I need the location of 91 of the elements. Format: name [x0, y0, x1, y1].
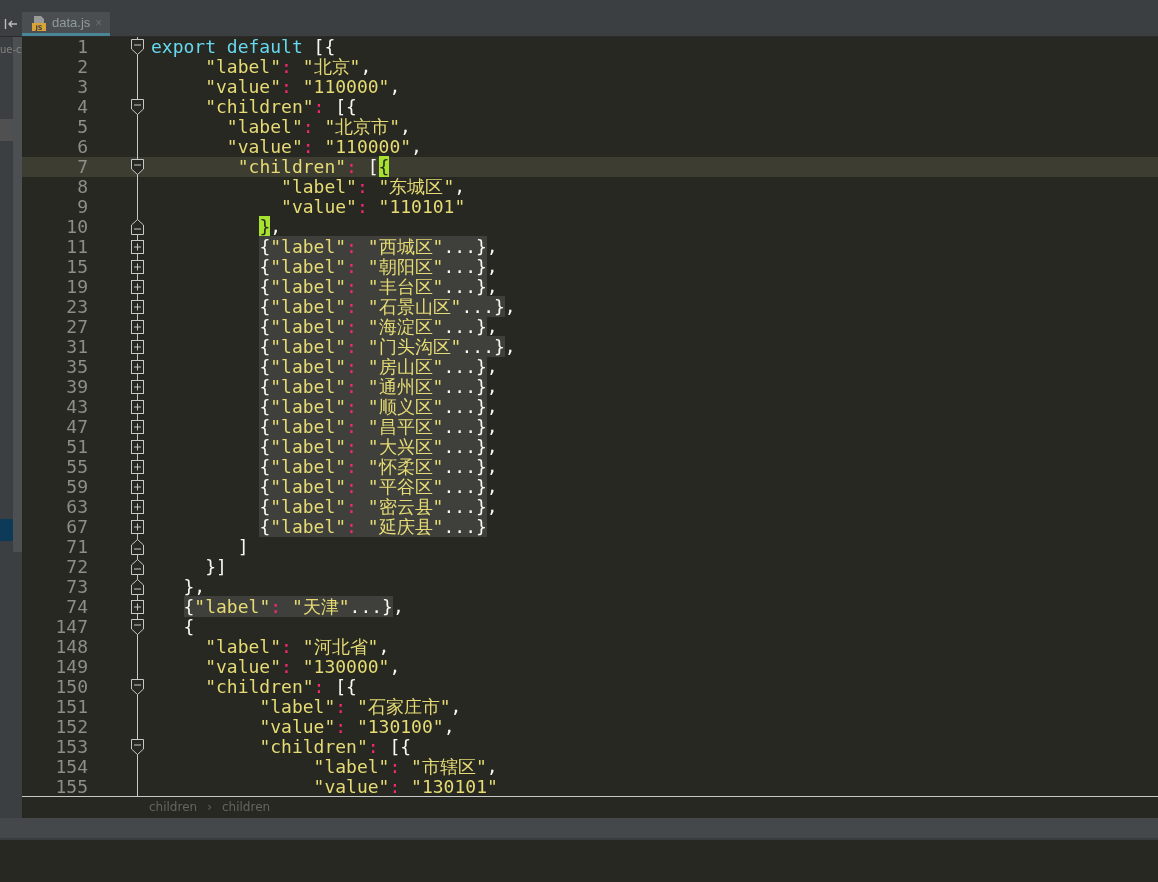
line-number: 3 — [76, 77, 88, 97]
line-number: 10 — [65, 217, 88, 237]
line-number: 2 — [76, 57, 88, 77]
collapse-panel-icon[interactable] — [4, 18, 18, 30]
breadcrumb-separator: › — [207, 800, 212, 814]
line-number: 23 — [65, 297, 88, 317]
code-line: }] — [204, 557, 227, 577]
code-line: "label": "市辖区", — [312, 757, 498, 777]
line-number: 43 — [65, 397, 88, 417]
line-number: 74 — [65, 597, 88, 617]
fold-plus-icon[interactable] — [130, 238, 145, 256]
code-line: ] — [236, 537, 249, 557]
fold-plus-icon[interactable] — [130, 298, 145, 316]
line-number: 47 — [65, 417, 88, 437]
line-number: 39 — [65, 377, 88, 397]
line-number: 73 — [65, 577, 88, 597]
line-number: 51 — [65, 437, 88, 457]
fold-plus-icon[interactable] — [130, 438, 145, 456]
code-line: "children": [{ — [236, 157, 390, 177]
line-number: 148 — [54, 637, 88, 657]
code-line: "children": [{ — [258, 737, 412, 757]
line-number: 35 — [65, 357, 88, 377]
fold-minus-icon[interactable] — [130, 98, 145, 116]
code-line: }, — [182, 577, 206, 597]
fold-plus-icon[interactable] — [130, 478, 145, 496]
fold-plus-icon[interactable] — [130, 458, 145, 476]
line-number: 5 — [76, 117, 88, 137]
code-line: "children": [{ — [204, 677, 357, 697]
code-line: "value": "130101" — [312, 777, 498, 797]
fold-minus-icon[interactable] — [130, 738, 145, 756]
fold-plus-icon[interactable] — [130, 598, 145, 616]
breadcrumb-item[interactable]: children — [221, 800, 271, 814]
fold-minus-icon[interactable] — [130, 38, 145, 56]
fold-plus-icon[interactable] — [130, 338, 145, 356]
line-number: 27 — [65, 317, 88, 337]
code-line: "value": "110000", — [225, 137, 422, 157]
fold-minus-icon[interactable] — [130, 578, 145, 596]
code-editor[interactable] — [22, 37, 1158, 797]
code-line: "label": "北京", — [205, 57, 372, 77]
code-line: "label": "河北省", — [204, 637, 390, 657]
line-number: 31 — [65, 337, 88, 357]
line-number: 63 — [65, 497, 88, 517]
fold-plus-icon[interactable] — [130, 378, 145, 396]
code-line: "label": "石家庄市", — [258, 697, 462, 717]
line-number: 151 — [54, 697, 88, 717]
fold-plus-icon[interactable] — [130, 418, 145, 436]
code-line: "value": "130100", — [258, 717, 455, 737]
fold-plus-icon[interactable] — [130, 258, 145, 276]
line-number: 6 — [76, 137, 88, 157]
fold-minus-icon[interactable] — [130, 538, 145, 556]
line-number: 154 — [54, 757, 88, 777]
line-number: 149 — [54, 657, 88, 677]
line-number: 150 — [54, 677, 88, 697]
line-number: 15 — [65, 257, 88, 277]
fold-minus-icon[interactable] — [130, 218, 145, 236]
fold-plus-icon[interactable] — [130, 358, 145, 376]
code-line: "value": "110000", — [204, 77, 401, 97]
line-number: 72 — [65, 557, 88, 577]
code-line: "children": [{ — [204, 97, 357, 117]
fold-plus-icon[interactable] — [130, 518, 145, 536]
code-line: "label": "东城区", — [280, 177, 466, 197]
line-number: 59 — [65, 477, 88, 497]
line-number: 55 — [65, 457, 88, 477]
line-number: 155 — [54, 777, 88, 797]
line-number: 153 — [54, 737, 88, 757]
project-panel-text: ue-c — [0, 43, 22, 57]
fold-plus-icon[interactable] — [130, 318, 145, 336]
line-number: 8 — [76, 177, 88, 197]
code-line: "value": "110101" — [280, 197, 466, 217]
line-number: 4 — [76, 97, 88, 117]
code-line: { — [182, 617, 195, 637]
breadcrumb-item[interactable]: children — [149, 800, 198, 814]
fold-plus-icon[interactable] — [130, 498, 145, 516]
fold-minus-icon[interactable] — [130, 678, 145, 696]
line-number: 1 — [76, 37, 88, 57]
line-number: 19 — [65, 277, 88, 297]
fold-minus-icon[interactable] — [130, 618, 145, 636]
line-number: 147 — [54, 617, 88, 637]
line-number: 67 — [65, 517, 88, 537]
code-line: export default [{ — [150, 37, 336, 57]
fold-plus-icon[interactable] — [130, 278, 145, 296]
line-number: 11 — [65, 237, 88, 257]
line-number: 9 — [76, 197, 88, 217]
code-line: "value": "130000", — [204, 657, 401, 677]
fold-minus-icon[interactable] — [130, 158, 145, 176]
line-number: 71 — [65, 537, 88, 557]
line-number: 7 — [76, 157, 88, 177]
fold-minus-icon[interactable] — [130, 558, 145, 576]
line-number: 152 — [54, 717, 88, 737]
fold-plus-icon[interactable] — [130, 398, 145, 416]
code-line: "label": "北京市", — [225, 117, 411, 137]
